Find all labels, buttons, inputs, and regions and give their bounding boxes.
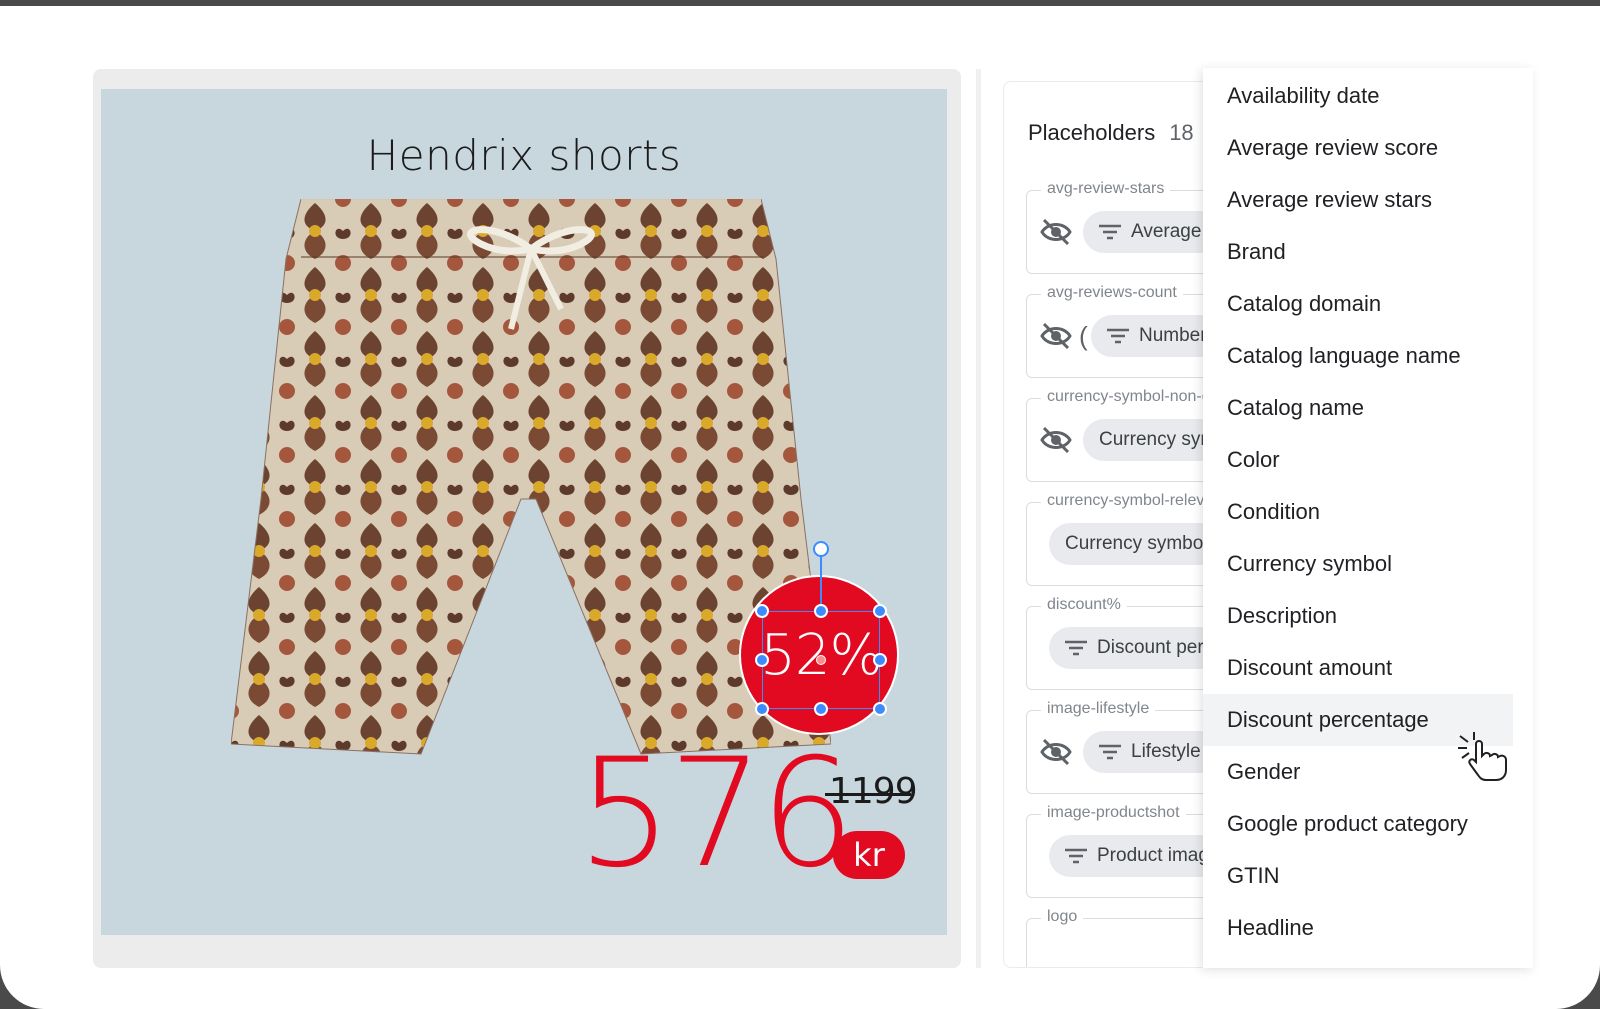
rotate-handle[interactable] xyxy=(813,541,829,557)
placeholder-chip-label: Product image xyxy=(1097,845,1213,866)
resize-handle-w[interactable] xyxy=(755,653,769,667)
placeholder-chip[interactable]: Average review stars xyxy=(1083,211,1212,253)
resize-handle-ne[interactable] xyxy=(873,604,887,618)
placeholder-chip[interactable]: Lifestyle image xyxy=(1083,731,1212,773)
placeholder-chip-label: Discount percentage xyxy=(1097,637,1212,658)
placeholders-count: 18 xyxy=(1169,120,1194,145)
menu-item-google-product-category[interactable]: Google product category xyxy=(1203,798,1533,850)
product-image[interactable] xyxy=(231,199,831,779)
eye-off-icon[interactable] xyxy=(1039,321,1073,351)
placeholders-title: Placeholders xyxy=(1028,120,1156,145)
menu-item-gtin[interactable]: GTIN xyxy=(1203,850,1533,902)
eye-off-icon[interactable] xyxy=(1039,217,1073,247)
placeholder-label: discount% xyxy=(1041,596,1127,614)
menu-item-catalog-domain[interactable]: Catalog domain xyxy=(1203,278,1533,330)
placeholder-chip-label: Currency symbol xyxy=(1065,533,1208,554)
placeholders-header: Placeholders 18 xyxy=(1028,120,1194,146)
menu-item-average-review-stars[interactable]: Average review stars xyxy=(1203,174,1533,226)
placeholder-chip-label: Number of reviews xyxy=(1139,325,1212,346)
placeholder-chip[interactable]: Currency symbol xyxy=(1049,523,1212,565)
placeholder-item[interactable]: currency-symbol-non-discount Currency sy… xyxy=(1026,388,1213,482)
placeholder-chip[interactable]: Number of reviews xyxy=(1091,315,1212,357)
resize-handle-sw[interactable] xyxy=(755,702,769,716)
artboard[interactable]: Hendrix shorts 576 1199 kr xyxy=(101,89,947,935)
old-price[interactable]: 1199 xyxy=(829,771,918,812)
menu-item-discount-amount[interactable]: Discount amount xyxy=(1203,642,1533,694)
placeholder-item[interactable]: discount% Discount percentage xyxy=(1026,596,1212,690)
resize-handle-s[interactable] xyxy=(814,702,828,716)
placeholder-chip[interactable]: Product image xyxy=(1049,835,1213,877)
filter-icon xyxy=(1065,848,1087,864)
menu-item-color[interactable]: Color xyxy=(1203,434,1533,486)
menu-item-brand[interactable]: Brand xyxy=(1203,226,1533,278)
filter-icon xyxy=(1099,224,1121,240)
resize-handle-e[interactable] xyxy=(873,653,887,667)
placeholder-item[interactable]: image-productshot Product image xyxy=(1026,804,1213,898)
resize-handle-se[interactable] xyxy=(873,702,887,716)
resize-handle-nw[interactable] xyxy=(755,604,769,618)
menu-item-description[interactable]: Description xyxy=(1203,590,1533,642)
menu-item-average-review-score[interactable]: Average review score xyxy=(1203,122,1533,174)
product-title[interactable]: Hendrix shorts xyxy=(101,131,947,180)
placeholder-chip-label: Average review stars xyxy=(1131,221,1212,242)
placeholder-label: currency-symbol-relevant xyxy=(1041,492,1212,510)
center-point xyxy=(816,655,826,665)
placeholder-label: image-lifestyle xyxy=(1041,700,1156,718)
placeholder-chip[interactable]: Discount percentage xyxy=(1049,627,1212,669)
placeholder-chip-label: Currency symbol xyxy=(1099,429,1213,450)
menu-item-availability-date[interactable]: Availability date xyxy=(1203,70,1533,122)
placeholder-label: currency-symbol-non-discount xyxy=(1041,388,1212,406)
filter-icon xyxy=(1107,328,1129,344)
placeholder-prefix: ( xyxy=(1079,321,1088,351)
menu-item-currency-symbol[interactable]: Currency symbol xyxy=(1203,538,1533,590)
menu-item-headline[interactable]: Headline xyxy=(1203,902,1533,954)
panel-divider xyxy=(976,69,981,968)
resize-handle-n[interactable] xyxy=(814,604,828,618)
eye-off-icon[interactable] xyxy=(1039,737,1073,767)
placeholder-label: avg-reviews-count xyxy=(1041,284,1183,302)
menu-item-catalog-name[interactable]: Catalog name xyxy=(1203,382,1533,434)
placeholders-panel: Placeholders 18 avg-review-stars Average … xyxy=(1003,81,1213,968)
menu-item-condition[interactable]: Condition xyxy=(1203,486,1533,538)
eye-off-icon[interactable] xyxy=(1039,425,1073,455)
filter-icon xyxy=(1065,640,1087,656)
placeholder-chip[interactable]: Currency symbol xyxy=(1083,419,1213,461)
placeholder-field-menu: Availability date Average review score A… xyxy=(1203,68,1533,968)
canvas-area: Hendrix shorts 576 1199 kr xyxy=(93,69,961,968)
placeholder-label: avg-review-stars xyxy=(1041,180,1171,198)
placeholder-item[interactable]: avg-review-stars Average review stars xyxy=(1026,180,1212,274)
menu-item-catalog-language-name[interactable]: Catalog language name xyxy=(1203,330,1533,382)
placeholder-label: image-productshot xyxy=(1041,804,1186,822)
placeholder-item[interactable]: currency-symbol-relevant Currency symbol xyxy=(1026,492,1212,586)
filter-icon xyxy=(1099,744,1121,760)
hand-pointer-icon xyxy=(1458,732,1507,781)
app-window: Hendrix shorts 576 1199 kr Placeholders … xyxy=(0,6,1600,1009)
placeholder-label: logo xyxy=(1041,908,1084,926)
placeholder-item[interactable]: logo xyxy=(1026,908,1212,967)
currency-badge[interactable]: kr xyxy=(833,831,905,879)
placeholder-item[interactable]: avg-reviews-count ( Number of reviews xyxy=(1026,284,1212,378)
strikethrough-line xyxy=(825,793,911,796)
rotation-line xyxy=(820,551,822,611)
placeholder-item[interactable]: image-lifestyle Lifestyle image xyxy=(1026,700,1212,794)
placeholder-chip-label: Lifestyle image xyxy=(1131,741,1212,762)
price[interactable]: 576 xyxy=(577,739,855,889)
